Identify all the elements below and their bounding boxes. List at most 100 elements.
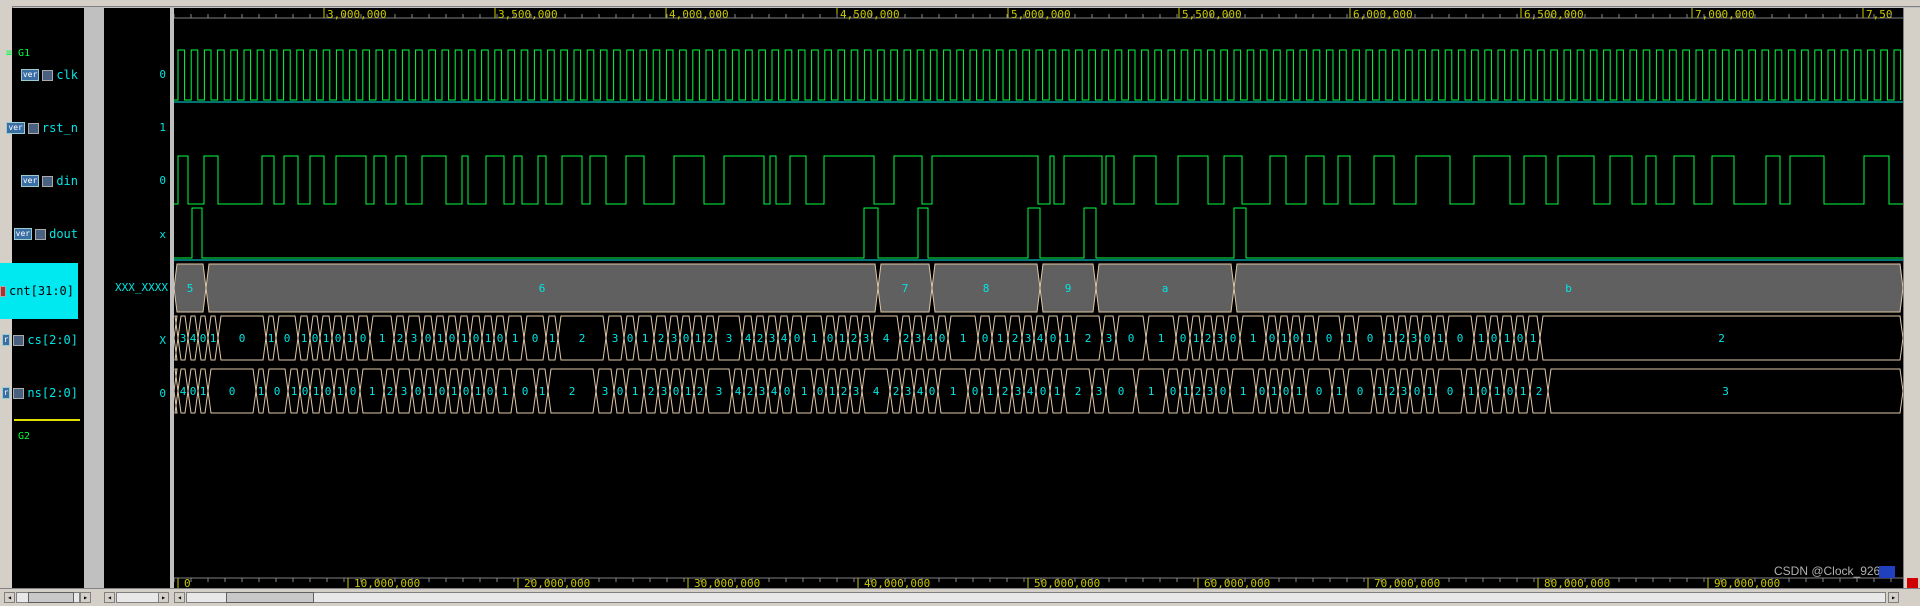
- cs-value-label: 0: [532, 332, 539, 345]
- ns-value-label: 3: [853, 385, 860, 398]
- ns-value-label: 0: [229, 385, 236, 398]
- cs-value-label: 0: [1050, 332, 1057, 345]
- ns-value-label: 1: [1148, 385, 1155, 398]
- ruler-tick-label: 50,000,000: [1034, 577, 1100, 588]
- signal-name: dout: [49, 227, 78, 241]
- value-cnt: XXX_XXXX: [115, 281, 168, 294]
- group-g2-marker: [14, 419, 80, 421]
- cnt-value-label: b: [1565, 282, 1572, 295]
- signal-row-cnt-selected[interactable]: cnt[31:0]: [0, 263, 78, 319]
- ns-value-label: 1: [801, 385, 808, 398]
- ruler-tick-label: 80,000,000: [1544, 577, 1610, 588]
- ruler-tick-label: 4,500,000: [840, 8, 900, 21]
- time-ruler-bottom[interactable]: 0 10,000,000 20,000,000 30,000,000 40,000,00…: [173, 577, 1903, 590]
- group-g2[interactable]: G2: [18, 424, 30, 443]
- ns-value-label: 0: [1220, 385, 1227, 398]
- clk-trace: [174, 49, 1902, 101]
- cs-value-label: 3: [411, 332, 418, 345]
- verilog-tag: ver: [20, 69, 40, 81]
- ns-value-label: 0: [463, 385, 470, 398]
- cs-value-label: 1: [301, 332, 308, 345]
- cs-value-label: 1: [997, 332, 1004, 345]
- cs-value-label: 4: [1037, 332, 1044, 345]
- scroll-right-button[interactable]: ▸: [158, 592, 169, 603]
- ruler-tick-label: 6,500,000: [1524, 8, 1584, 21]
- signal-name: clk: [56, 68, 78, 82]
- overview-marker: [1879, 566, 1895, 578]
- scroll-left-button[interactable]: ◂: [104, 592, 115, 603]
- cs-value-label: 3: [726, 332, 733, 345]
- panel-splitter[interactable]: [84, 8, 104, 588]
- cs-value-label: 0: [425, 332, 432, 345]
- wave-cnt-bus: 5 6 7 8 9 a b: [173, 263, 1904, 313]
- ns-value-label: 2: [1075, 385, 1082, 398]
- ruler-tick-label: 5,500,000: [1182, 8, 1242, 21]
- ns-value-label: 2: [1002, 385, 1009, 398]
- cs-value-label: 0: [312, 332, 319, 345]
- cs-value-label: 1: [323, 332, 330, 345]
- ns-value-label: 0: [1507, 385, 1514, 398]
- right-vertical-scrollbar[interactable]: [1903, 8, 1920, 588]
- group-g1-name: G1: [18, 48, 31, 59]
- ns-value-label: 4: [771, 385, 778, 398]
- ns-value-label: 0: [817, 385, 824, 398]
- signal-row-clk[interactable]: ver clk: [20, 67, 78, 83]
- cs-value-label: 1: [642, 332, 649, 345]
- cs-value-label: 1: [210, 332, 217, 345]
- ns-value-label: 0: [1118, 385, 1125, 398]
- signal-type-icon: [42, 69, 54, 81]
- cs-value-label: 2: [579, 332, 586, 345]
- waveform-canvas[interactable]: 3,000,000 3,500,000 4,000,000 4,500,000 5,00…: [173, 8, 1904, 590]
- ns-value-label: 1: [258, 385, 265, 398]
- group-g1[interactable]: ≡ G1: [6, 41, 66, 59]
- ruler-tick-label: 3,500,000: [498, 8, 558, 21]
- value-cs: X: [159, 334, 166, 347]
- waveform-scroll-thumb[interactable]: [226, 592, 314, 603]
- bus-type-icon: [13, 334, 25, 346]
- ruler-tick-label: 4,000,000: [669, 8, 729, 21]
- cs-value-label: 1: [960, 332, 967, 345]
- scroll-left-button[interactable]: ◂: [4, 592, 15, 603]
- ns-value-label: 1: [337, 385, 344, 398]
- scroll-right-button[interactable]: ▸: [1888, 592, 1899, 603]
- cs-value-label: 2: [658, 332, 665, 345]
- waveform-view[interactable]: 3,000,000 3,500,000 4,000,000 4,500,000 5,00…: [173, 8, 1904, 590]
- signal-row-rst-n[interactable]: ver rst_n: [6, 120, 78, 136]
- ns-value-label: 0: [784, 385, 791, 398]
- cs-value-label: 0: [1424, 332, 1431, 345]
- ns-value-label: 2: [1389, 385, 1396, 398]
- waveform-scroll-track[interactable]: [186, 592, 1886, 603]
- signal-row-din[interactable]: ver din: [20, 173, 78, 189]
- signal-row-cs[interactable]: r cs[2:0]: [1, 332, 78, 348]
- ns-value-label: 1: [1054, 385, 1061, 398]
- ns-value-label: 3: [602, 385, 609, 398]
- cs-value-label: 4: [190, 332, 197, 345]
- ns-value-label: 1: [200, 385, 207, 398]
- cnt-value-label: 5: [187, 282, 194, 295]
- ns-segment: [173, 368, 179, 414]
- cs-value-label: 3: [863, 332, 870, 345]
- cs-value-label: 0: [473, 332, 480, 345]
- name-panel-scroll-thumb[interactable]: [28, 592, 74, 603]
- ns-value-label: 0: [1357, 385, 1364, 398]
- scroll-right-button[interactable]: ▸: [80, 592, 91, 603]
- value-dout: x: [159, 228, 166, 241]
- ns-value-label: 2: [648, 385, 655, 398]
- cs-value-label: 0: [1517, 332, 1524, 345]
- cs-value-label: 3: [1025, 332, 1032, 345]
- ns-value-label: 2: [747, 385, 754, 398]
- scroll-left-button[interactable]: ◂: [174, 592, 185, 603]
- cs-value-label: 0: [683, 332, 690, 345]
- cnt-value-label: 6: [539, 282, 546, 295]
- time-ruler-top[interactable]: 3,000,000 3,500,000 4,000,000 4,500,000 5,00…: [173, 8, 1903, 21]
- signal-row-ns[interactable]: r ns[2:0]: [1, 385, 78, 401]
- cs-value-label: 0: [627, 332, 634, 345]
- signal-row-dout[interactable]: ver dout: [13, 226, 78, 242]
- ns-value-label: 0: [1170, 385, 1177, 398]
- cs-value-label: 1: [1387, 332, 1394, 345]
- ns-value-label: 1: [1520, 385, 1527, 398]
- cs-value-label: 1: [1306, 332, 1313, 345]
- ns-value-label: 1: [539, 385, 546, 398]
- ruler-tick-label: 0: [184, 577, 191, 588]
- ruler-tick-label: 10,000,000: [354, 577, 420, 588]
